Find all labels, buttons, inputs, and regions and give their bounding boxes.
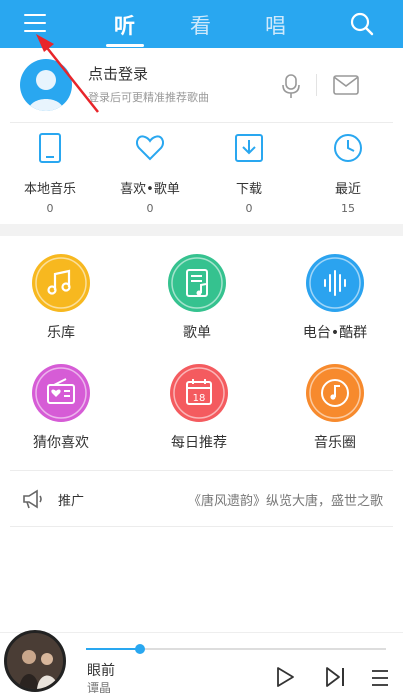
song-artist: 谭晶 (87, 681, 112, 693)
mail-icon[interactable] (333, 75, 359, 95)
download-icon (235, 134, 263, 162)
quick-count: 0 (46, 202, 54, 215)
login-subtitle: 登录后可更精准推荐歌曲 (88, 91, 209, 104)
song-title: 眼前 (87, 663, 115, 679)
quick-label: 喜欢•歌单 (120, 182, 180, 197)
grid-label: 每日推荐 (171, 435, 227, 451)
grid-music-library[interactable]: 乐库 (6, 254, 116, 354)
grid-label: 歌单 (183, 325, 211, 341)
divider (10, 470, 393, 471)
mini-player: 眼前 谭晶 (0, 630, 403, 693)
quick-count: 0 (245, 202, 253, 215)
tab-sing[interactable]: 唱 (265, 10, 286, 40)
profile-section: 点击登录 登录后可更精准推荐歌曲 (0, 48, 403, 122)
progress-fill (86, 648, 140, 650)
divider (316, 74, 317, 96)
grid-daily-recommend[interactable]: 18 每日推荐 (144, 364, 254, 464)
progress-knob[interactable] (135, 644, 145, 654)
music-circle-icon (306, 364, 364, 422)
microphone-icon[interactable] (280, 73, 302, 99)
soundwave-icon (306, 254, 364, 312)
section-separator (0, 224, 403, 236)
calendar-day: 18 (193, 393, 206, 404)
promo-row[interactable]: 推广 《唐风遗韵》纵览大唐，盛世之歌 (0, 472, 403, 526)
quick-recent[interactable]: 最近 15 (308, 132, 388, 220)
album-art (7, 633, 63, 689)
tab-listen[interactable]: 听 (114, 10, 135, 40)
radio-heart-icon (32, 364, 90, 422)
search-icon[interactable] (349, 11, 375, 37)
grid-music-circle[interactable]: 音乐圈 (280, 364, 390, 464)
grid-radio-groups[interactable]: 电台•酷群 (280, 254, 390, 354)
quick-local-music[interactable]: 本地音乐 0 (10, 132, 90, 220)
divider (0, 632, 403, 633)
grid-label: 猜你喜欢 (33, 435, 89, 451)
login-title[interactable]: 点击登录 (88, 63, 148, 84)
quick-favorites[interactable]: 喜欢•歌单 0 (110, 132, 190, 220)
promo-text[interactable]: 《唐风遗韵》纵览大唐，盛世之歌 (188, 490, 383, 509)
grid-label: 音乐圈 (314, 435, 356, 451)
quick-label: 下载 (235, 182, 262, 197)
playlist-queue-icon[interactable] (370, 668, 392, 688)
active-tab-indicator (106, 44, 144, 47)
tab-watch[interactable]: 看 (190, 10, 211, 40)
menu-icon[interactable] (24, 11, 48, 35)
quick-count: 0 (146, 202, 154, 215)
divider (10, 526, 393, 527)
quick-count: 15 (341, 202, 355, 215)
progress-bar[interactable] (86, 644, 386, 654)
heart-icon (135, 135, 165, 161)
grid-guess-you-like[interactable]: 猜你喜欢 (6, 364, 116, 464)
grid-playlists[interactable]: 歌单 (142, 254, 252, 354)
megaphone-icon (23, 489, 42, 509)
user-icon (28, 70, 64, 111)
album-cover[interactable] (4, 630, 66, 692)
music-note-icon (32, 254, 90, 312)
play-icon[interactable] (275, 666, 295, 688)
phone-icon (39, 133, 61, 163)
quick-label: 最近 (334, 182, 361, 197)
playlist-icon (168, 254, 226, 312)
divider (10, 122, 393, 123)
grid-label: 乐库 (47, 325, 75, 341)
clock-icon (334, 134, 362, 162)
quick-label: 本地音乐 (23, 182, 76, 197)
grid-label: 电台•酷群 (302, 325, 368, 341)
top-bar: 听 看 唱 (0, 0, 403, 48)
calendar-icon: 18 (170, 364, 228, 422)
next-icon[interactable] (324, 666, 346, 688)
quick-download[interactable]: 下载 0 (209, 132, 289, 220)
promo-label: 推广 (58, 494, 85, 509)
avatar[interactable] (20, 59, 72, 111)
